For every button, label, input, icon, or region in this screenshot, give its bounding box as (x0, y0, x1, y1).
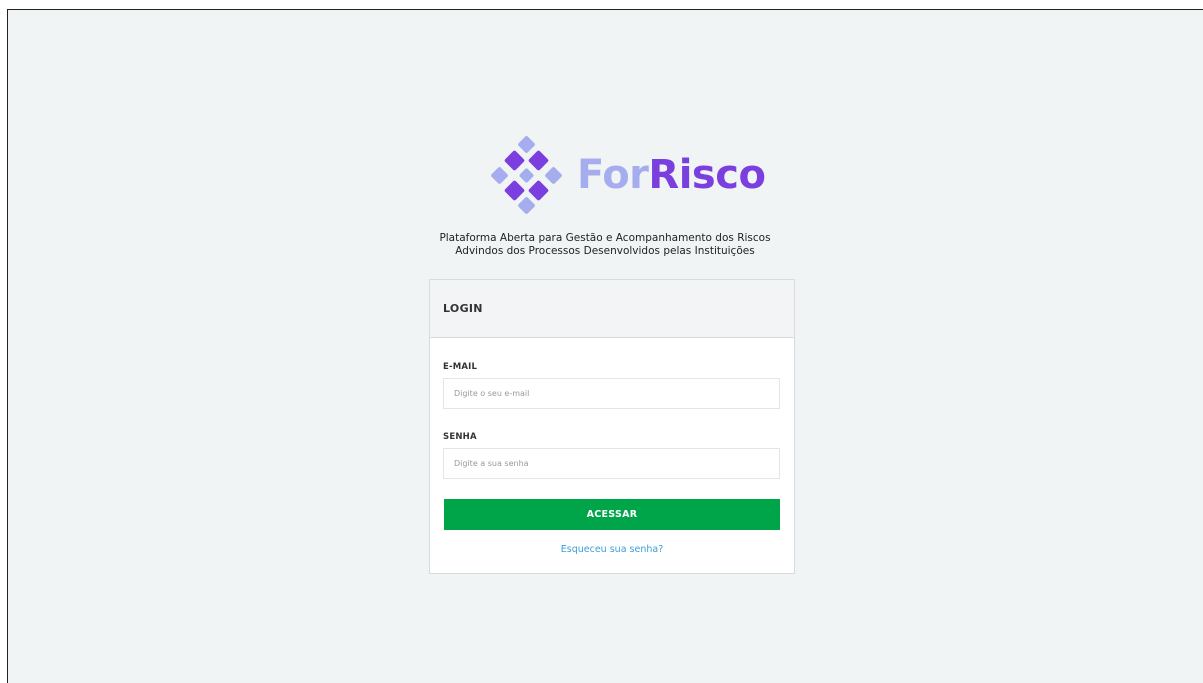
forgot-password-link[interactable]: Esqueceu sua senha? (430, 544, 794, 555)
brand-name: ForRisco (577, 145, 766, 205)
brand-name-light: For (577, 152, 649, 198)
page-background: ForRisco Plataforma Aberta para Gestão e… (7, 9, 1203, 683)
tagline-line-1: Plataforma Aberta para Gestão e Acompanh… (439, 232, 771, 244)
login-title: LOGIN (430, 280, 794, 338)
brand-logo: ForRisco (487, 135, 766, 217)
password-input[interactable] (443, 448, 780, 479)
email-label: E-MAIL (443, 362, 478, 372)
login-card: LOGIN E-MAIL SENHA ACESSAR Esqueceu sua … (429, 279, 795, 574)
tagline-line-2: Advindos dos Processos Desenvolvidos pel… (455, 245, 755, 257)
brand-name-dark: Risco (648, 152, 766, 198)
brand-tagline: Plataforma Aberta para Gestão e Acompanh… (388, 232, 822, 258)
submit-button[interactable]: ACESSAR (444, 499, 780, 530)
password-label: SENHA (443, 432, 477, 442)
email-input[interactable] (443, 378, 780, 409)
diamond-cluster-icon (491, 136, 562, 214)
